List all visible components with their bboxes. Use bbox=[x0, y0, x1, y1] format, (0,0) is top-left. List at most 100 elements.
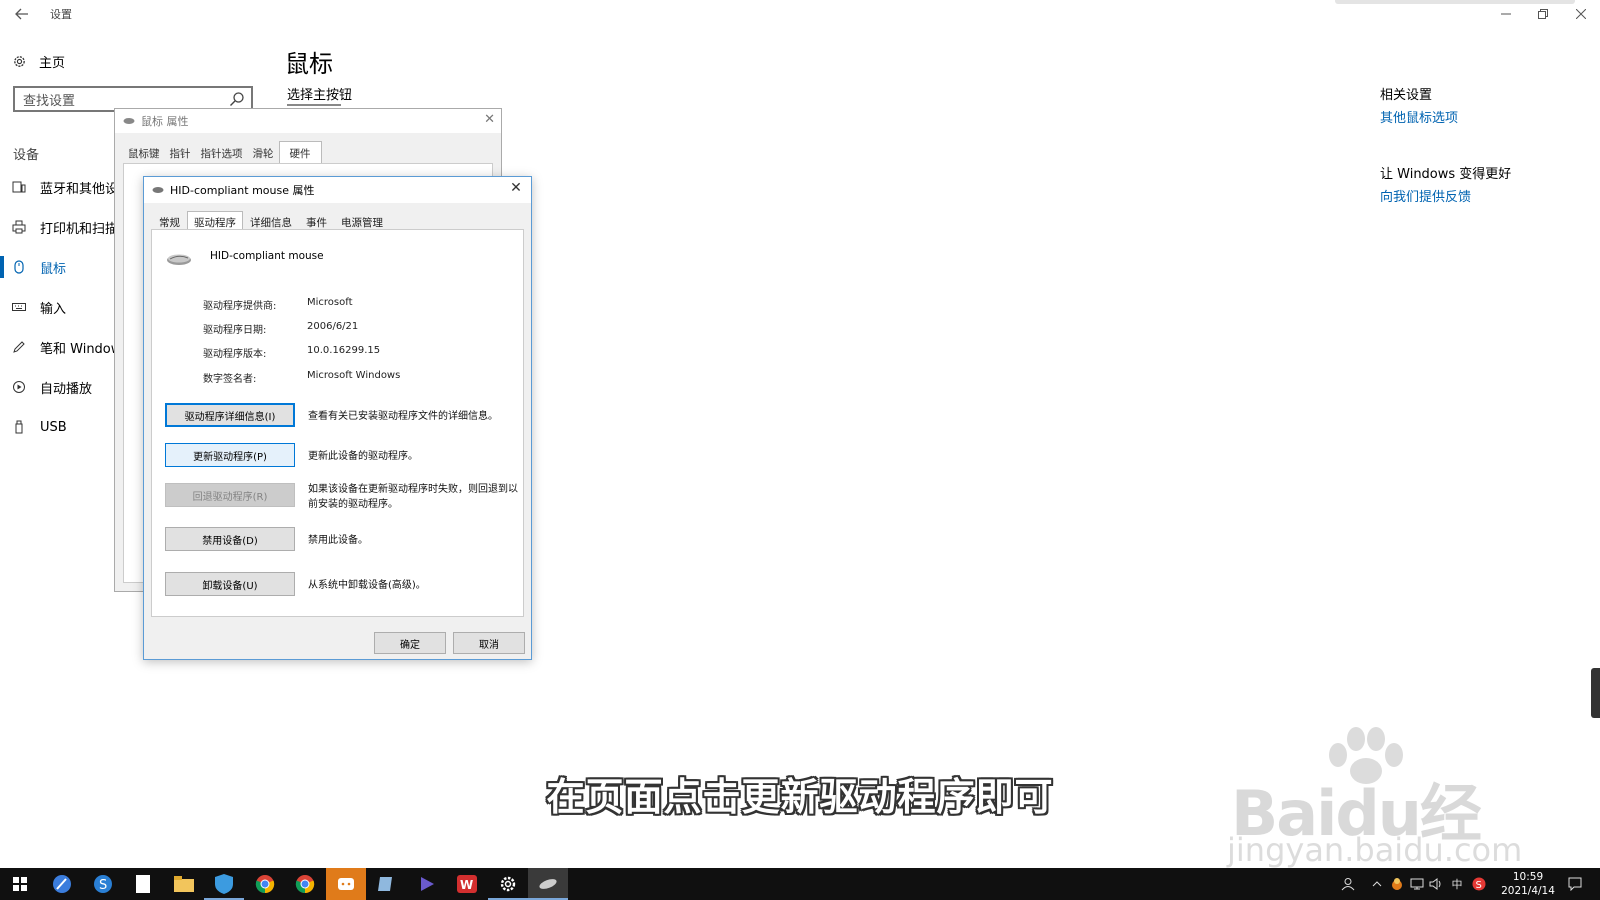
update-driver-button[interactable]: 更新驱动程序(P) bbox=[165, 443, 295, 467]
sidebar-home[interactable]: 主页 bbox=[12, 50, 65, 72]
gear-icon bbox=[500, 876, 516, 892]
chevron-up-icon[interactable] bbox=[1369, 868, 1385, 900]
feedback-link[interactable]: 向我们提供反馈 bbox=[1380, 186, 1471, 205]
mouse-device-icon bbox=[123, 118, 135, 124]
sidebar-item-label: 笔和 Window bbox=[40, 341, 122, 357]
tab-wheel[interactable]: 滑轮 bbox=[248, 143, 279, 165]
sidebar-item-mouse[interactable]: 鼠标 bbox=[12, 256, 66, 278]
taskbar-app-explorer[interactable] bbox=[164, 868, 204, 900]
taskbar-app-chrome-2[interactable] bbox=[285, 868, 325, 900]
mouse-icon bbox=[12, 260, 26, 274]
ime-indicator[interactable]: 中 bbox=[1448, 868, 1466, 900]
folder-icon bbox=[174, 876, 194, 892]
taskbar-app-sogou[interactable]: S bbox=[83, 868, 123, 900]
notification-icon[interactable] bbox=[1563, 868, 1587, 900]
mouse-icon bbox=[167, 254, 191, 265]
taskbar-app-player[interactable] bbox=[407, 868, 447, 900]
clock[interactable]: 10:59 2021/4/14 bbox=[1498, 870, 1558, 898]
notes-icon bbox=[378, 877, 392, 891]
tab-pointer-options[interactable]: 指针选项 bbox=[196, 143, 248, 165]
start-button[interactable] bbox=[0, 868, 40, 900]
restore-icon bbox=[1538, 9, 1548, 19]
taskbar-app-security[interactable] bbox=[204, 868, 244, 900]
baidu-watermark: Baidu经验 jingyan.baidu.com bbox=[1225, 725, 1525, 900]
close-button[interactable] bbox=[1566, 4, 1596, 24]
taskbar-app-notes[interactable] bbox=[366, 868, 406, 900]
gear-icon bbox=[14, 55, 25, 67]
feather-browser-icon bbox=[53, 875, 71, 893]
hid-dialog-close-icon[interactable]: ✕ bbox=[507, 180, 525, 196]
network-icon[interactable] bbox=[1408, 868, 1426, 900]
side-handle[interactable] bbox=[1591, 668, 1600, 718]
back-button[interactable] bbox=[12, 4, 32, 24]
ok-button[interactable]: 确定 bbox=[374, 632, 446, 654]
uninstall-device-button[interactable]: 卸载设备(U) bbox=[165, 572, 295, 596]
sidebar-item-typing[interactable]: 输入 bbox=[12, 296, 66, 318]
mouse-properties-title: 鼠标 属性 bbox=[141, 115, 189, 128]
sogou-ime-icon[interactable]: S bbox=[1470, 868, 1488, 900]
sidebar-item-label: 打印机和扫描 bbox=[40, 221, 119, 237]
subtitle-underline bbox=[287, 104, 341, 106]
sidebar-item-pen[interactable]: 笔和 Window bbox=[12, 336, 121, 358]
chat-app-icon bbox=[338, 878, 354, 890]
info-value: Microsoft bbox=[307, 297, 353, 308]
close-icon bbox=[1576, 9, 1586, 19]
tab-hardware[interactable]: 硬件 bbox=[278, 141, 322, 165]
mouse-properties-close-icon[interactable]: ✕ bbox=[484, 112, 495, 127]
info-value: Microsoft Windows bbox=[307, 370, 401, 381]
restore-button[interactable] bbox=[1528, 4, 1558, 24]
info-key: 驱动程序日期: bbox=[203, 325, 267, 336]
sidebar-item-usb[interactable]: USB bbox=[12, 416, 67, 438]
taskbar-app-orange[interactable] bbox=[326, 868, 366, 900]
mouse-properties-tabs: 鼠标键 指针 指针选项 滑轮 硬件 bbox=[123, 141, 322, 165]
update-driver-desc: 更新此设备的驱动程序。 bbox=[308, 451, 418, 462]
info-key: 数字签名者: bbox=[203, 374, 257, 385]
search-placeholder: 查找设置 bbox=[23, 93, 76, 109]
sidebar-item-printers[interactable]: 打印机和扫描 bbox=[12, 216, 118, 238]
roll-back-driver-desc: 如果该设备在更新驱动程序时失败，则回退到以前安装的驱动程序。 bbox=[308, 484, 518, 510]
printer-icon bbox=[12, 220, 26, 234]
roll-back-driver-button[interactable]: 回退驱动程序(R) bbox=[165, 483, 295, 507]
tab-pointers[interactable]: 指针 bbox=[165, 143, 196, 165]
shield-icon bbox=[215, 874, 233, 894]
taskbar-app-browser[interactable] bbox=[42, 868, 82, 900]
info-value: 2006/6/21 bbox=[307, 321, 359, 332]
s-app-icon: S bbox=[94, 875, 112, 893]
other-mouse-options-link[interactable]: 其他鼠标选项 bbox=[1380, 107, 1458, 126]
minimize-icon bbox=[1501, 13, 1511, 15]
tray-app-icon[interactable] bbox=[1388, 868, 1406, 900]
sidebar-item-autoplay[interactable]: 自动播放 bbox=[12, 376, 92, 398]
pen-icon bbox=[12, 340, 26, 354]
svg-text:S: S bbox=[1476, 880, 1482, 891]
taskbar: S W 中 S 10:59 2021/4/14 bbox=[0, 868, 1600, 900]
volume-icon[interactable] bbox=[1427, 868, 1445, 900]
sidebar-item-bluetooth[interactable]: 蓝牙和其他设 bbox=[12, 176, 118, 198]
autoplay-icon bbox=[12, 380, 26, 394]
driver-panel: HID-compliant mouse 驱动程序提供商: Microsoft 驱… bbox=[151, 229, 524, 617]
usb-icon bbox=[12, 420, 26, 434]
device-name: HID-compliant mouse bbox=[210, 250, 324, 262]
tab-buttons[interactable]: 鼠标键 bbox=[123, 143, 165, 165]
settings-titlebar: 设置 bbox=[0, 0, 1600, 28]
taskbar-app-chrome[interactable] bbox=[245, 868, 285, 900]
driver-details-button[interactable]: 驱动程序详细信息(I) bbox=[165, 403, 295, 427]
app-title: 设置 bbox=[50, 8, 72, 21]
page-subtitle: 选择主按钮 bbox=[287, 88, 353, 103]
minimize-button[interactable] bbox=[1491, 4, 1521, 24]
taskbar-app-notepad[interactable] bbox=[123, 868, 163, 900]
taskbar-app-mouse-properties[interactable] bbox=[528, 868, 568, 900]
disable-device-button[interactable]: 禁用设备(D) bbox=[165, 527, 295, 551]
hid-mouse-properties-dialog: HID-compliant mouse 属性 ✕ 常规 驱动程序 详细信息 事件… bbox=[143, 176, 532, 660]
taskbar-app-wps[interactable]: W bbox=[447, 868, 487, 900]
cancel-button[interactable]: 取消 bbox=[453, 632, 525, 654]
keyboard-icon bbox=[12, 300, 26, 314]
info-value: 10.0.16299.15 bbox=[307, 345, 381, 356]
search-icon bbox=[230, 92, 244, 106]
wps-icon: W bbox=[457, 875, 477, 893]
taskbar-app-settings[interactable] bbox=[488, 868, 528, 900]
mouse-device-icon bbox=[152, 187, 164, 193]
clock-time: 10:59 bbox=[1512, 871, 1544, 883]
hid-dialog-title: HID-compliant mouse 属性 bbox=[170, 184, 315, 197]
sidebar-item-label: 鼠标 bbox=[40, 261, 67, 277]
people-icon[interactable] bbox=[1338, 868, 1358, 900]
